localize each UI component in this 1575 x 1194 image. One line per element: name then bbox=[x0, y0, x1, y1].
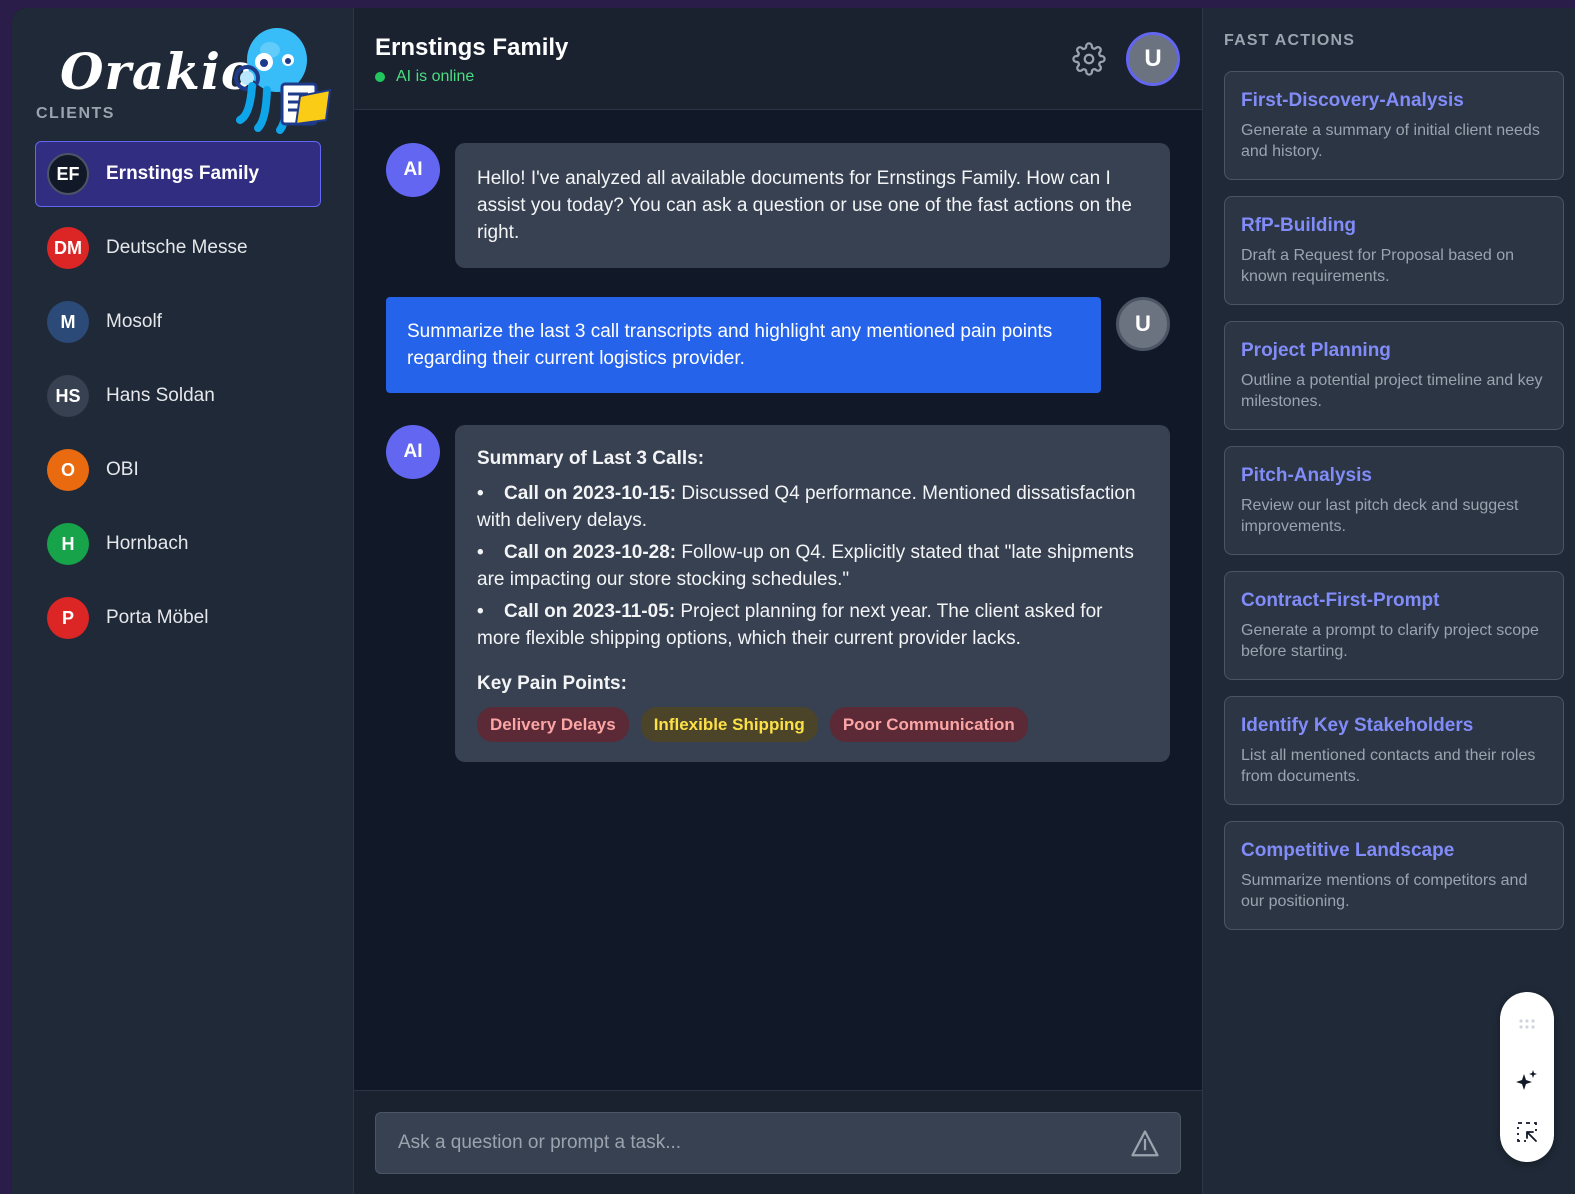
tag-delivery-delays: Delivery Delays bbox=[477, 707, 629, 742]
client-list: EF Ernstings Family DM Deutsche Messe M … bbox=[35, 141, 321, 659]
client-name: Deutsche Messe bbox=[106, 237, 248, 258]
client-item-ernstings-family[interactable]: EF Ernstings Family bbox=[35, 141, 321, 207]
drag-handle-icon[interactable] bbox=[1515, 1012, 1539, 1036]
sidebar: Orakio CLIENTS EF Ernstings Family DM De… bbox=[12, 8, 354, 1194]
client-name: Hans Soldan bbox=[106, 385, 215, 406]
fast-actions-label: FAST ACTIONS bbox=[1224, 32, 1356, 49]
fast-action-desc: Outline a potential project timeline and… bbox=[1241, 372, 1543, 410]
summary-item-label: Call on 2023-10-15: bbox=[504, 483, 677, 504]
bullet-icon: • bbox=[477, 483, 484, 504]
client-name: OBI bbox=[106, 459, 139, 480]
tag-inflexible-shipping: Inflexible Shipping bbox=[640, 707, 818, 742]
fast-action-desc: Generate a prompt to clarify project sco… bbox=[1241, 622, 1539, 660]
client-avatar: M bbox=[47, 301, 89, 343]
bullet-icon: • bbox=[477, 601, 484, 622]
chat-header: Ernstings Family AI is online U bbox=[354, 8, 1202, 110]
ai-status: AI is online bbox=[375, 68, 474, 86]
fast-action-desc: List all mentioned contacts and their ro… bbox=[1241, 747, 1536, 785]
client-avatar: O bbox=[47, 449, 89, 491]
client-avatar: EF bbox=[47, 153, 89, 195]
fast-action-competitive-landscape[interactable]: Competitive Landscape Summarize mentions… bbox=[1224, 821, 1564, 930]
tag-poor-communication: Poor Communication bbox=[829, 707, 1028, 742]
client-avatar: HS bbox=[47, 375, 89, 417]
bullet-icon: • bbox=[477, 542, 484, 563]
fast-action-title: Project Planning bbox=[1241, 340, 1391, 361]
pain-points-title: Key Pain Points: bbox=[477, 673, 627, 694]
fast-action-title: Identify Key Stakeholders bbox=[1241, 715, 1474, 736]
send-icon[interactable] bbox=[1130, 1129, 1160, 1159]
gear-icon[interactable] bbox=[1072, 42, 1106, 76]
fast-action-title: First-Discovery-Analysis bbox=[1241, 90, 1464, 111]
summary-title: Summary of Last 3 Calls: bbox=[477, 448, 705, 469]
client-avatar: P bbox=[47, 597, 89, 639]
pain-point-tags: Delivery Delays Inflexible Shipping Poor… bbox=[477, 707, 1148, 742]
summary-item: • Call on 2023-10-28: Follow-up on Q4. Ex… bbox=[477, 539, 1148, 593]
chat-panel: Ernstings Family AI is online U AI Hello… bbox=[354, 8, 1202, 1194]
client-item-hornbach[interactable]: H Hornbach bbox=[35, 511, 321, 577]
fast-action-title: Competitive Landscape bbox=[1241, 840, 1455, 861]
client-item-deutsche-messe[interactable]: DM Deutsche Messe bbox=[35, 215, 321, 281]
prompt-input[interactable] bbox=[398, 1132, 1118, 1154]
user-avatar[interactable]: U bbox=[1126, 32, 1180, 86]
client-avatar: H bbox=[47, 523, 89, 565]
fast-action-first-discovery-analysis[interactable]: First-Discovery-Analysis Generate a summ… bbox=[1224, 71, 1564, 180]
octopus-mascot-icon bbox=[234, 28, 332, 134]
ai-avatar: AI bbox=[386, 425, 440, 479]
floating-toolbar bbox=[1500, 992, 1554, 1162]
sparkle-icon[interactable] bbox=[1515, 1068, 1539, 1092]
ai-status-text: AI is online bbox=[396, 68, 475, 85]
client-name: Ernstings Family bbox=[106, 163, 260, 184]
client-item-hans-soldan[interactable]: HS Hans Soldan bbox=[35, 363, 321, 429]
client-avatar: DM bbox=[47, 227, 89, 269]
summary-item: • Call on 2023-11-05: Project planning fo… bbox=[477, 598, 1148, 652]
fast-action-contract-first-prompt[interactable]: Contract-First-Prompt Generate a prompt … bbox=[1224, 571, 1564, 680]
ai-message-greeting: Hello! I've analyzed all available docum… bbox=[455, 143, 1170, 268]
client-item-porta-moebel[interactable]: P Porta Möbel bbox=[35, 585, 321, 651]
ai-message-summary: Summary of Last 3 Calls: • Call on 2023-1… bbox=[455, 425, 1170, 762]
fast-actions-list: First-Discovery-Analysis Generate a summ… bbox=[1224, 71, 1564, 946]
summary-item-label: Call on 2023-11-05: bbox=[504, 601, 676, 622]
clients-section-label: CLIENTS bbox=[36, 105, 115, 122]
ai-avatar: AI bbox=[386, 143, 440, 197]
app-window: Orakio CLIENTS EF Ernstings Family DM De… bbox=[12, 8, 1575, 1194]
fast-action-desc: Draft a Request for Proposal based on kn… bbox=[1241, 247, 1515, 285]
user-message-avatar: U bbox=[1116, 297, 1170, 351]
fast-action-rfp-building[interactable]: RfP-Building Draft a Request for Proposa… bbox=[1224, 196, 1564, 305]
prompt-input-box bbox=[375, 1112, 1181, 1174]
fast-action-desc: Generate a summary of initial client nee… bbox=[1241, 122, 1540, 160]
fast-action-identify-key-stakeholders[interactable]: Identify Key Stakeholders List all menti… bbox=[1224, 696, 1564, 805]
summary-item: • Call on 2023-10-15: Discussed Q4 perfor… bbox=[477, 480, 1148, 534]
fast-action-pitch-analysis[interactable]: Pitch-Analysis Review our last pitch dec… bbox=[1224, 446, 1564, 555]
composer bbox=[354, 1090, 1202, 1194]
select-region-icon[interactable] bbox=[1515, 1120, 1539, 1144]
client-item-obi[interactable]: O OBI bbox=[35, 437, 321, 503]
message-list: AI Hello! I've analyzed all available do… bbox=[354, 110, 1202, 1090]
client-item-mosolf[interactable]: M Mosolf bbox=[35, 289, 321, 355]
fast-action-desc: Summarize mentions of competitors and ou… bbox=[1241, 872, 1528, 910]
fast-action-title: RfP-Building bbox=[1241, 215, 1357, 236]
fast-action-title: Pitch-Analysis bbox=[1241, 465, 1372, 486]
online-indicator bbox=[375, 72, 385, 82]
fast-action-title: Contract-First-Prompt bbox=[1241, 590, 1440, 611]
summary-list: • Call on 2023-10-15: Discussed Q4 perfor… bbox=[477, 480, 1148, 652]
client-name: Hornbach bbox=[106, 533, 189, 554]
user-message: Summarize the last 3 call transcripts an… bbox=[386, 297, 1101, 393]
summary-item-label: Call on 2023-10-28: bbox=[504, 542, 677, 563]
chat-title: Ernstings Family bbox=[375, 34, 569, 61]
fast-action-desc: Review our last pitch deck and suggest i… bbox=[1241, 497, 1519, 535]
client-name: Porta Möbel bbox=[106, 607, 209, 628]
client-name: Mosolf bbox=[106, 311, 162, 332]
fast-action-project-planning[interactable]: Project Planning Outline a potential pro… bbox=[1224, 321, 1564, 430]
